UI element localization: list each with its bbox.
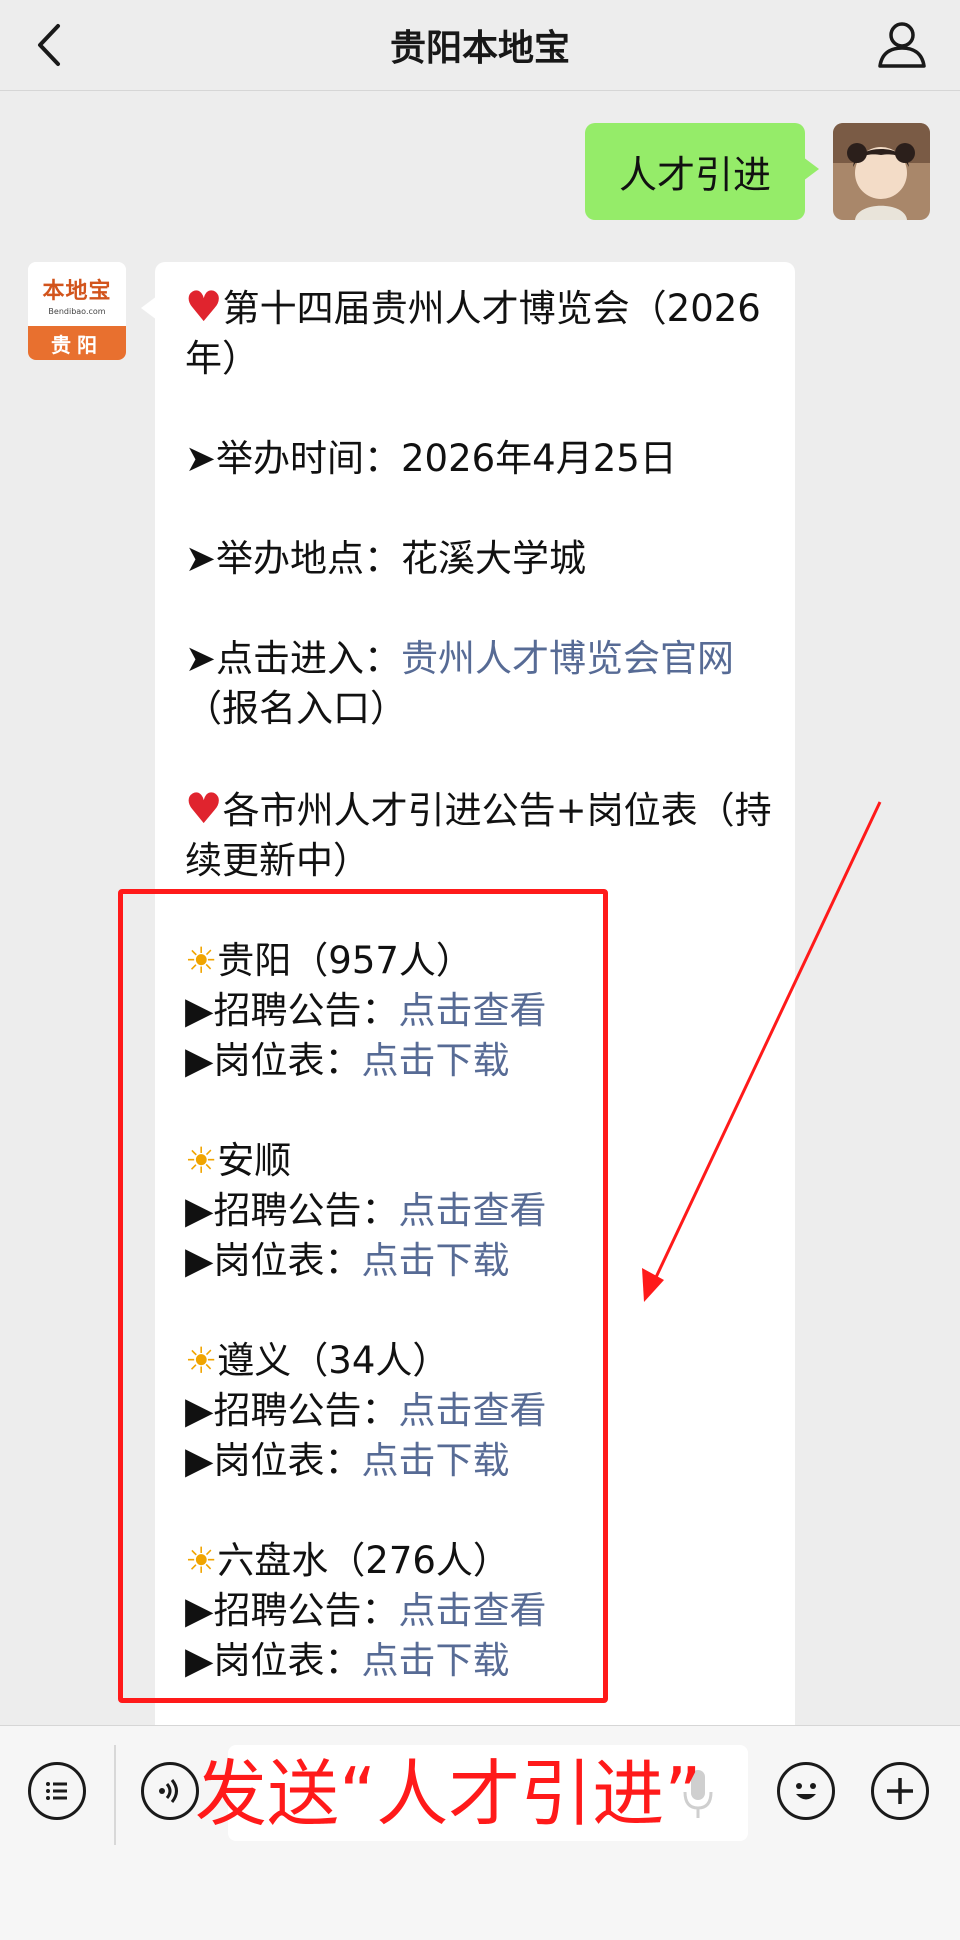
avatar-logo-sub: Bendibao.com <box>48 306 106 316</box>
voice-icon[interactable] <box>141 1762 199 1820</box>
heart-icon: ♥ <box>185 784 223 833</box>
fair-heading-line: ♥第十四届贵州人才博览会（2026年） <box>185 282 785 384</box>
sent-message-text: 人才引进 <box>618 153 771 197</box>
time-line: ➤举办时间：2026年4月25日 <box>185 434 785 484</box>
place-value: 花溪大学城 <box>401 537 587 580</box>
avatar-logo: 本地宝 Bendibao.com <box>28 262 126 326</box>
plus-icon[interactable] <box>871 1762 929 1820</box>
place-label: ➤举办地点： <box>185 537 402 580</box>
chat-title: 贵阳本地宝 <box>389 28 570 69</box>
enter-suffix: （报名入口） <box>185 687 407 730</box>
enter-line: ➤点击进入：贵州人才博览会官网 （报名入口） <box>185 634 785 734</box>
sent-message-bubble[interactable]: 人才引进 <box>585 123 819 220</box>
divider <box>114 1745 116 1845</box>
send-instruction-overlay: 发送“人才引进” <box>195 1752 702 1836</box>
person-icon[interactable] <box>874 16 930 72</box>
place-line: ➤举办地点：花溪大学城 <box>185 534 785 584</box>
chevron-left-icon[interactable] <box>30 18 70 72</box>
time-value: 2026年4月25日 <box>401 437 677 480</box>
list-menu-icon[interactable] <box>28 1762 86 1820</box>
bendibao-avatar[interactable]: 本地宝 Bendibao.com 贵阳 <box>28 262 126 360</box>
highlight-box <box>118 889 608 1703</box>
avatar-city: 贵阳 <box>28 326 126 360</box>
time-label: ➤举办时间： <box>185 437 402 480</box>
official-site-link[interactable]: 贵州人才博览会官网 <box>401 637 734 680</box>
heart-icon: ♥ <box>185 282 223 331</box>
emoji-icon[interactable] <box>777 1762 835 1820</box>
nav-header: 贵阳本地宝 <box>0 0 960 91</box>
enter-label: ➤点击进入： <box>185 637 402 680</box>
avatar-logo-text: 本地宝 <box>42 278 112 304</box>
annotation-arrow <box>642 801 882 1302</box>
fair-heading: 第十四届贵州人才博览会（2026年） <box>185 287 761 380</box>
user-avatar[interactable] <box>833 123 930 220</box>
